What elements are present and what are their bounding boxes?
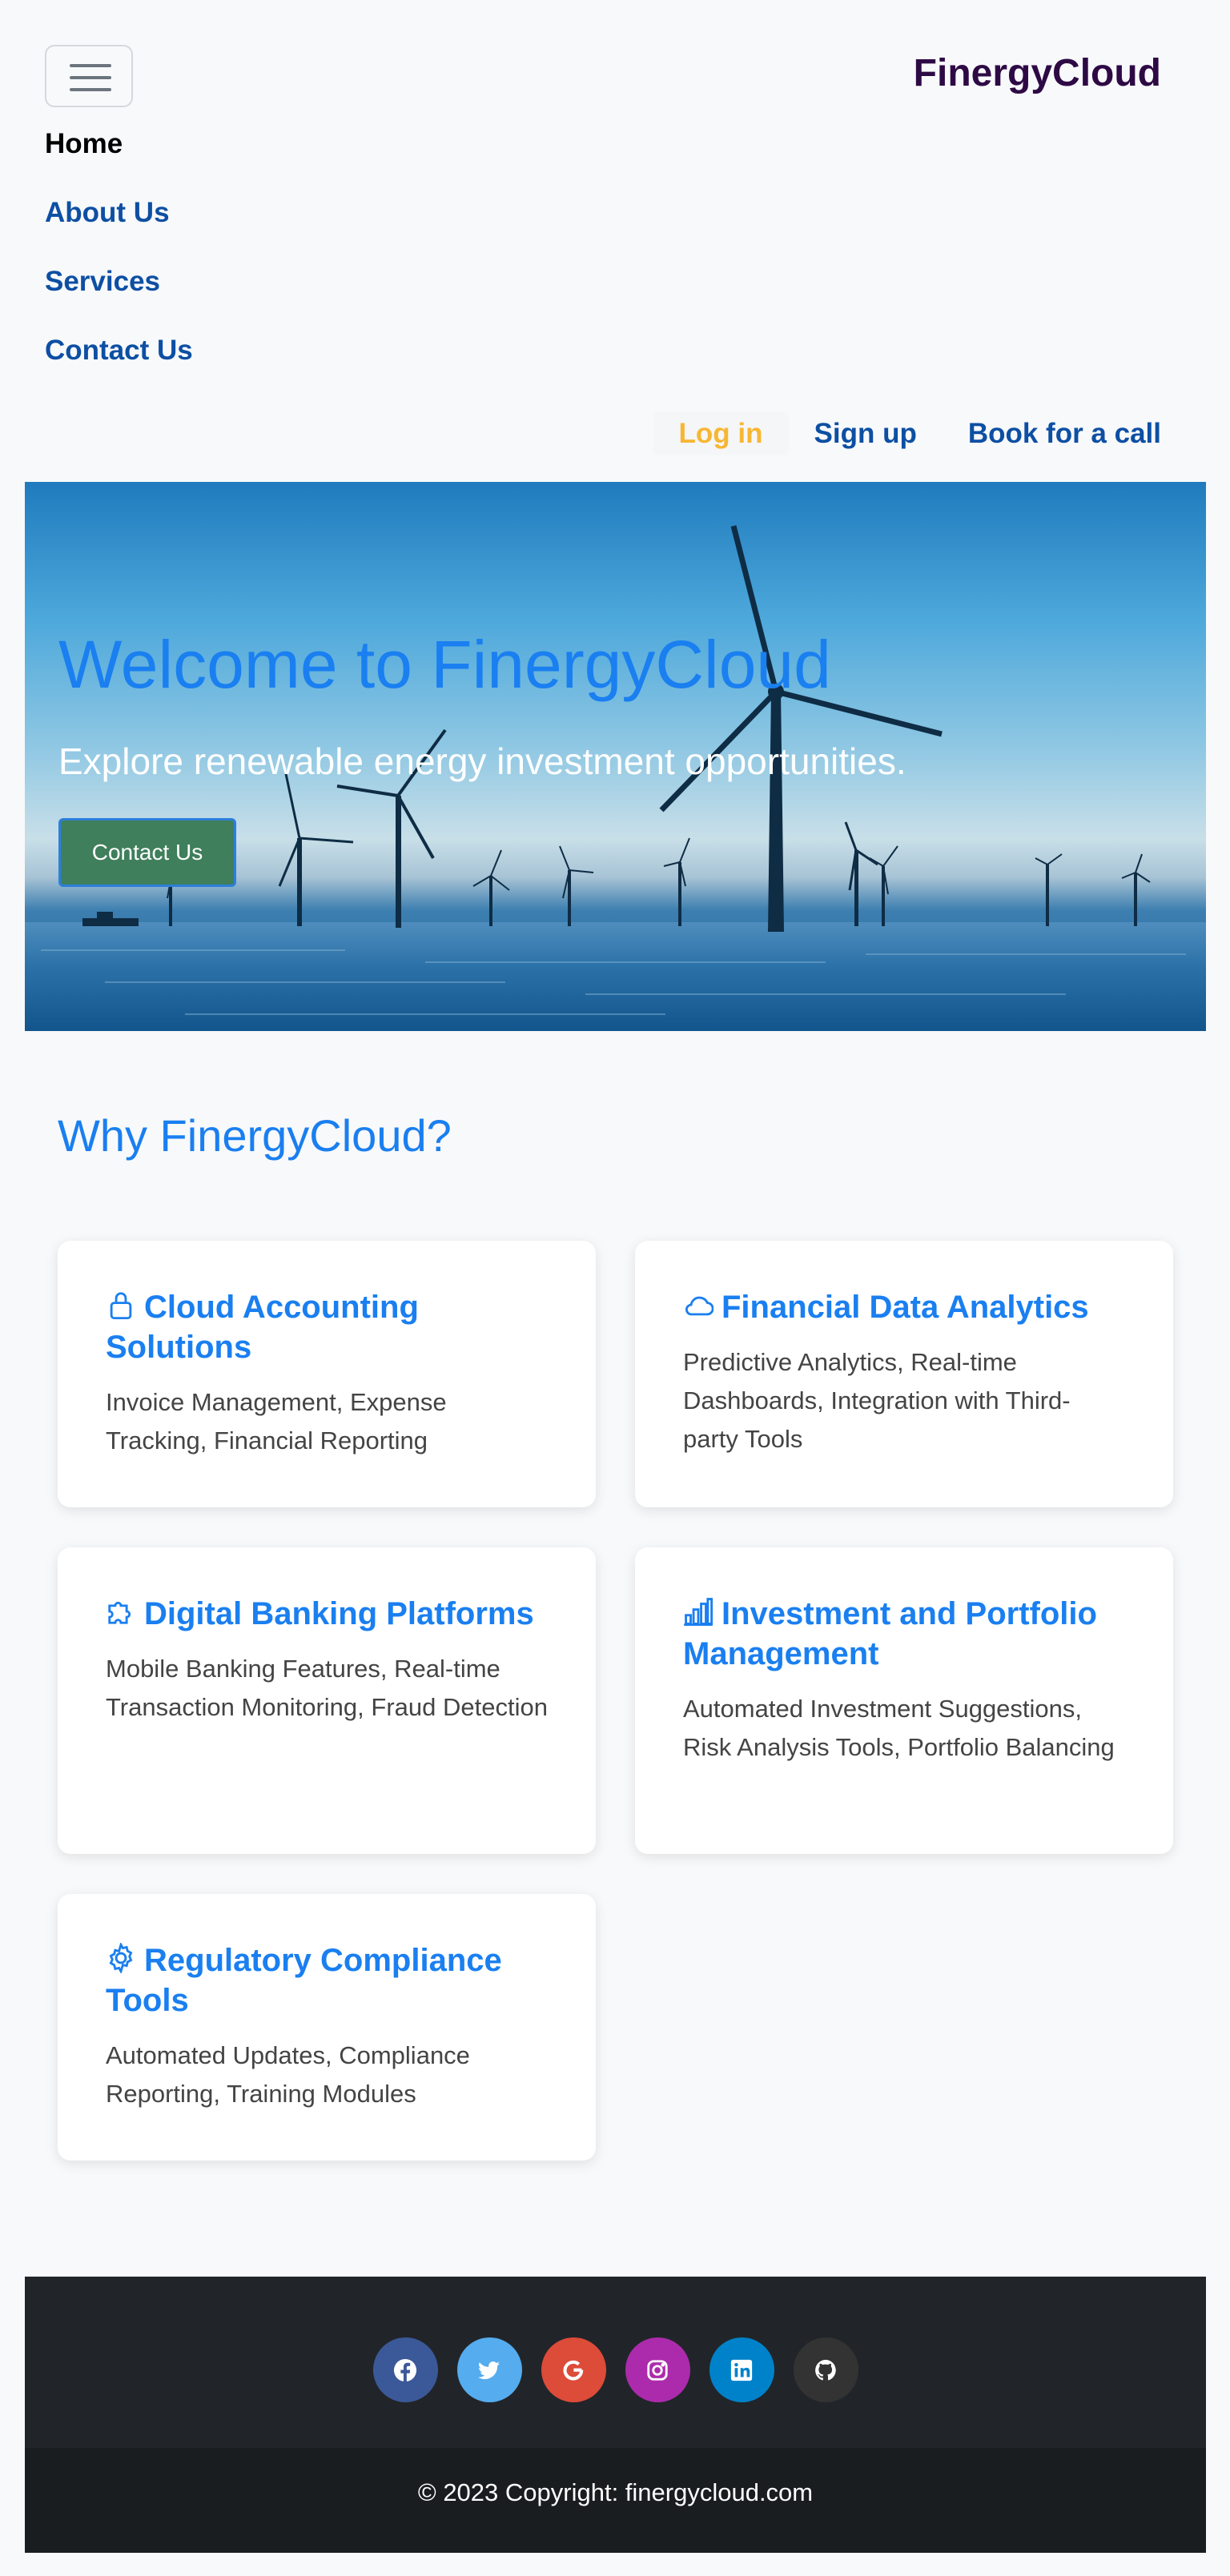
google-icon bbox=[563, 2360, 584, 2380]
feature-card-text: Automated Investment Suggestions, Risk A… bbox=[683, 1695, 1115, 1761]
hero-title: Welcome to FinergyCloud bbox=[58, 627, 831, 702]
hero-contact-button[interactable]: Contact Us bbox=[58, 818, 236, 887]
gear-icon bbox=[109, 1943, 133, 1973]
why-section-title: Why FinergyCloud? bbox=[58, 1110, 452, 1161]
feature-card-title: Digital Banking Platforms bbox=[144, 1596, 534, 1631]
twitter-icon bbox=[477, 2361, 500, 2379]
instagram-button[interactable] bbox=[625, 2337, 690, 2402]
github-button[interactable] bbox=[793, 2337, 858, 2402]
feature-card-title: Financial Data Analytics bbox=[722, 1290, 1089, 1325]
feature-card-text: Predictive Analytics, Real-time Dashboar… bbox=[683, 1348, 1071, 1453]
login-link[interactable]: Log in bbox=[653, 412, 789, 455]
hero-subtitle: Explore renewable energy investment oppo… bbox=[58, 740, 906, 782]
brand-logo[interactable]: FinergyCloud bbox=[914, 51, 1161, 95]
feature-card-title: Investment and Portfolio Management bbox=[683, 1596, 1097, 1671]
hamburger-icon bbox=[70, 64, 111, 67]
puzzle-icon bbox=[108, 1601, 131, 1624]
feature-card-title: Cloud Accounting Solutions bbox=[106, 1290, 419, 1365]
book-call-link[interactable]: Book for a call bbox=[943, 412, 1161, 455]
linkedin-button[interactable] bbox=[709, 2337, 774, 2402]
feature-card-text: Mobile Banking Features, Real-time Trans… bbox=[106, 1655, 548, 1721]
github-icon bbox=[815, 2359, 836, 2380]
social-links bbox=[25, 2337, 1206, 2402]
feature-card-text: Automated Updates, Compliance Reporting,… bbox=[106, 2041, 470, 2108]
nav-services-link[interactable]: Services bbox=[45, 259, 193, 328]
facebook-icon bbox=[393, 2358, 417, 2382]
navbar: FinergyCloud bbox=[0, 0, 1230, 120]
nav-home-link[interactable]: Home bbox=[45, 122, 193, 191]
facebook-button[interactable] bbox=[372, 2337, 438, 2402]
linkedin-icon bbox=[730, 2359, 753, 2381]
nav-about-link[interactable]: About Us bbox=[45, 191, 193, 259]
lock-icon bbox=[110, 1292, 132, 1320]
nav-contact-link[interactable]: Contact Us bbox=[45, 328, 193, 397]
bar-chart-icon bbox=[684, 1598, 713, 1627]
copyright-text: © 2023 Copyright: finergycloud.com bbox=[25, 2448, 1206, 2553]
signup-link[interactable]: Sign up bbox=[789, 412, 943, 455]
feature-card-title: Regulatory Compliance Tools bbox=[106, 1943, 502, 2018]
twitter-button[interactable] bbox=[456, 2337, 522, 2402]
feature-card: Financial Data Analytics Predictive Anal… bbox=[635, 1241, 1173, 1507]
menu-toggle-button[interactable] bbox=[45, 45, 133, 107]
auth-links: Log in Sign up Book for a call bbox=[653, 412, 1161, 455]
hero-banner: Welcome to FinergyCloud Explore renewabl… bbox=[25, 482, 1206, 1031]
footer: © 2023 Copyright: finergycloud.com bbox=[25, 2277, 1206, 2553]
cloud-icon bbox=[685, 1296, 713, 1316]
google-button[interactable] bbox=[541, 2337, 606, 2402]
feature-card: Cloud Accounting Solutions Invoice Manag… bbox=[58, 1241, 596, 1507]
nav-menu: Home About Us Services Contact Us bbox=[45, 122, 193, 397]
feature-card: Digital Banking Platforms Mobile Banking… bbox=[58, 1547, 596, 1854]
feature-card: Investment and Portfolio Management Auto… bbox=[635, 1547, 1173, 1854]
feature-card-text: Invoice Management, Expense Tracking, Fi… bbox=[106, 1388, 447, 1455]
instagram-icon bbox=[647, 2359, 668, 2381]
feature-card: Regulatory Compliance Tools Automated Up… bbox=[58, 1894, 596, 2161]
